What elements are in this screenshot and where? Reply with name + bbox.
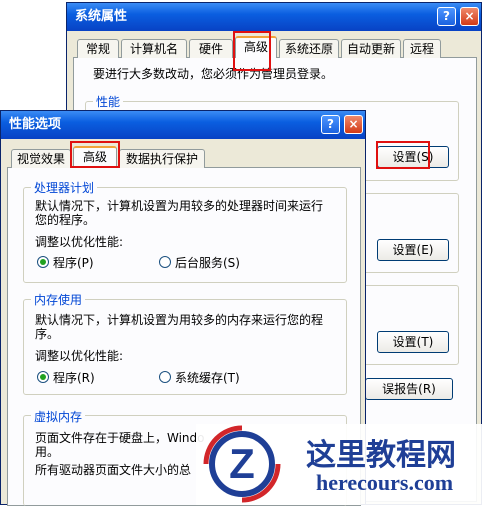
highlight-settings-button <box>376 141 430 169</box>
window-title: 性能选项 <box>9 117 62 132</box>
help-button[interactable]: ? <box>437 7 456 26</box>
watermark-logo-letter: Z <box>229 440 255 487</box>
virtual-memory-title: 虚拟内存 <box>31 408 86 425</box>
virtual-description-line2: 用。 <box>35 445 60 459</box>
admin-notice: 要进行大多数改动，您必须作为管理员登录。 <box>93 67 334 81</box>
performance-options-titlebar: 性能选项 <box>1 111 365 139</box>
tab-remote[interactable]: 远程 <box>403 39 441 58</box>
startup-settings-button[interactable]: 设置(T) <box>377 331 449 353</box>
close-button[interactable]: × <box>344 115 363 134</box>
tab-hardware[interactable]: 硬件 <box>189 39 233 58</box>
processor-description-line2: 您的程序。 <box>35 213 96 227</box>
watermark: Z 这里教程网 herecours.com <box>196 424 482 505</box>
error-report-button[interactable]: 误报告(R) <box>365 378 453 400</box>
highlight-front-advanced-tab <box>70 141 120 168</box>
processor-adjust-label: 调整以优化性能: <box>35 235 124 249</box>
tab-general[interactable]: 常规 <box>77 39 119 58</box>
programs-radio[interactable] <box>37 256 49 268</box>
system-cache-radio[interactable] <box>159 371 171 383</box>
background-services-radio[interactable] <box>159 256 171 268</box>
memory-description-line2: 序。 <box>35 327 60 341</box>
background-services-label[interactable]: 后台服务(S) <box>175 254 240 271</box>
system-cache-label[interactable]: 系统缓存(T) <box>175 369 240 386</box>
virtual-description-line1: 页面文件存在于硬盘上，Windo <box>35 431 205 445</box>
tab-visual-effects[interactable]: 视觉效果 <box>11 149 71 168</box>
virtual-description-line3: 所有驱动器页面文件大小的总 <box>35 463 192 477</box>
programs-radio-label[interactable]: 程序(P) <box>53 254 94 271</box>
performance-group-title: 性能 <box>93 93 124 110</box>
tab-computer-name[interactable]: 计算机名 <box>121 39 187 58</box>
profiles-settings-button[interactable]: 设置(E) <box>377 239 449 261</box>
window-title: 系统属性 <box>75 9 128 24</box>
memory-usage-title: 内存使用 <box>31 291 86 308</box>
help-button[interactable]: ? <box>321 115 340 134</box>
watermark-logo-icon: Z <box>203 425 281 503</box>
memory-adjust-label: 调整以优化性能: <box>35 349 124 363</box>
memory-programs-radio[interactable] <box>37 371 49 383</box>
watermark-title: 这里教程网 <box>306 438 456 473</box>
tab-system-restore[interactable]: 系统还原 <box>279 39 339 58</box>
close-button[interactable]: × <box>460 7 479 26</box>
memory-programs-label[interactable]: 程序(R) <box>53 369 95 386</box>
processor-scheduling-title: 处理器计划 <box>31 179 98 196</box>
tab-dep[interactable]: 数据执行保护 <box>119 149 205 168</box>
memory-description-line1: 默认情况下，计算机设置为用较多的内存来运行您的程 <box>35 313 324 327</box>
highlight-advanced-tab <box>233 31 271 71</box>
tab-auto-update[interactable]: 自动更新 <box>341 39 401 58</box>
system-properties-titlebar: 系统属性 <box>67 3 481 31</box>
watermark-url: herecours.com <box>316 470 454 495</box>
